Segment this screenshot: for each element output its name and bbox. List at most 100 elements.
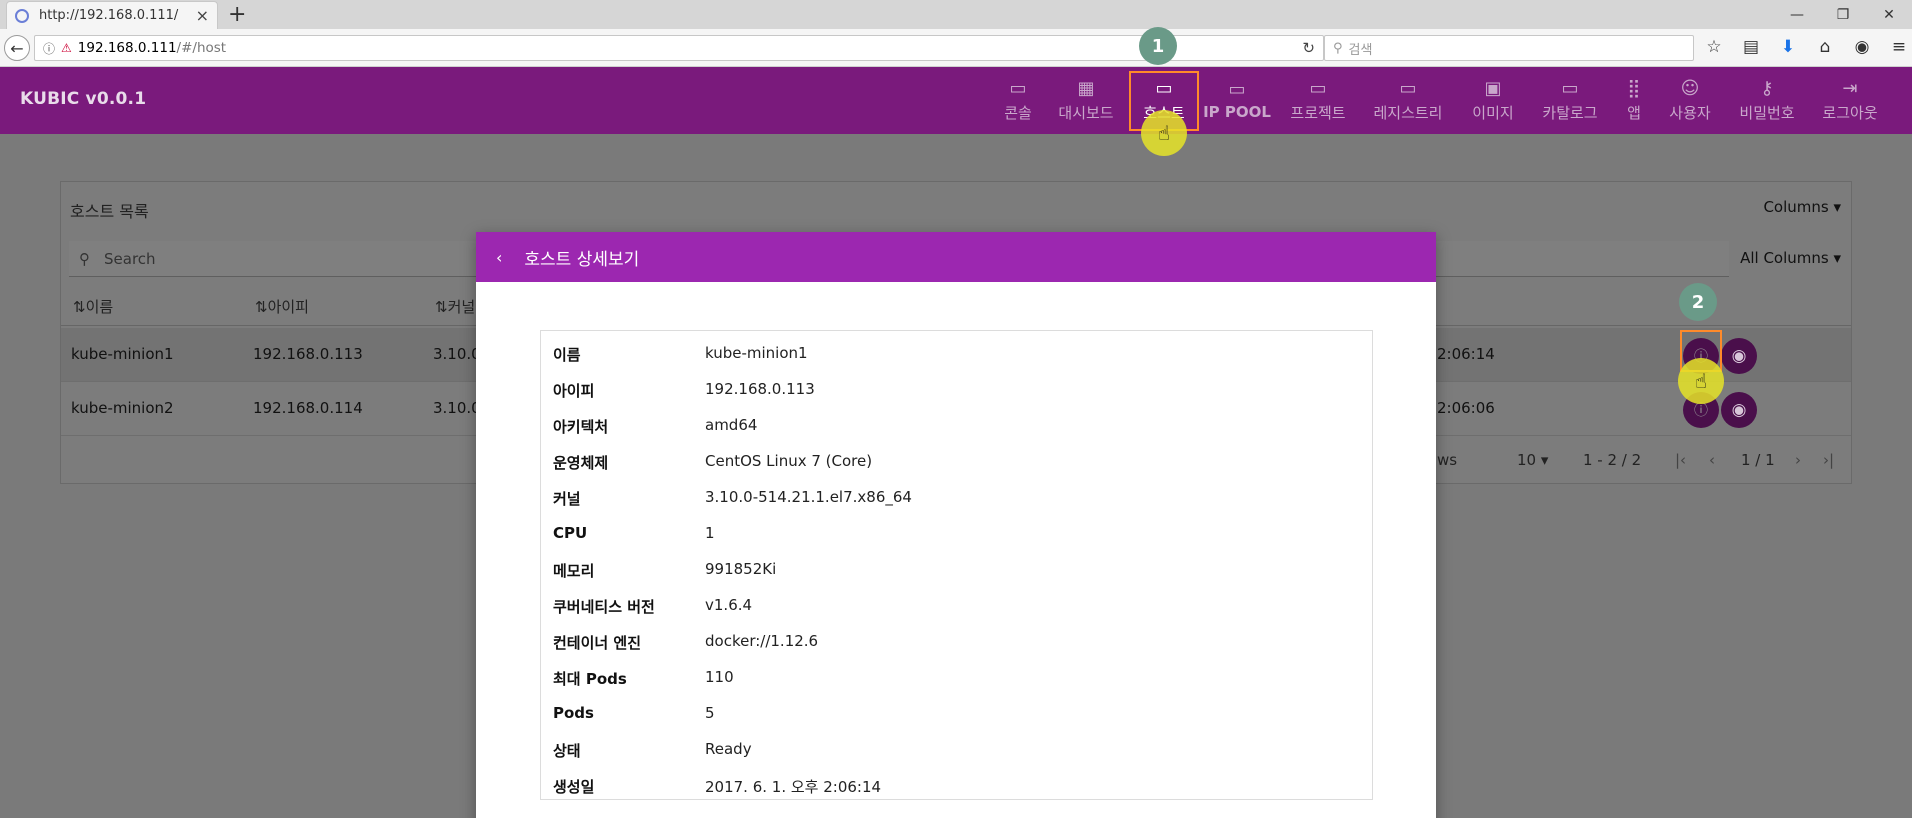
cursor-hand-icon: ☝ [1678, 358, 1724, 404]
browser-toolbar-icons: ☆ ▤ ⬇ ⌂ ◉ ≡ [1702, 37, 1911, 57]
modal-header: ‹ 호스트 상세보기 [476, 232, 1436, 282]
menu-item-password[interactable]: ⚷ 비밀번호 [1733, 67, 1801, 134]
eye-icon[interactable]: ◉ [1721, 338, 1757, 374]
menu-item-app[interactable]: ⣿ 앱 [1618, 67, 1650, 134]
menu-label: 앱 [1627, 103, 1641, 122]
cell-created-time: 2:06:06 [1437, 399, 1495, 417]
site-info-icon[interactable]: ⓘ [43, 40, 55, 57]
detail-row: 최대 Pods 110 [541, 659, 1372, 695]
detail-key: 메모리 [553, 562, 595, 580]
download-icon[interactable]: ⬇ [1776, 37, 1800, 57]
all-columns-dropdown[interactable]: All Columns ▾ [1740, 249, 1841, 267]
cursor-hand-icon: ☝ [1141, 110, 1187, 156]
laptop-icon: ▭ [1228, 79, 1246, 100]
menu-item-project[interactable]: ▭ 프로젝트 [1284, 67, 1352, 134]
address-bar[interactable]: ⓘ ⚠ 192.168.0.111/#/host ↻ [34, 35, 1324, 61]
menu-label: 이미지 [1472, 103, 1514, 122]
insecure-icon: ⚠ [61, 41, 72, 55]
detail-value: amd64 [705, 416, 758, 434]
tab-title: http://192.168.0.111/ [39, 8, 179, 23]
first-page-button[interactable]: |‹ [1675, 451, 1686, 469]
detail-value: 5 [705, 704, 715, 722]
step-2-badge: 2 [1679, 283, 1717, 321]
bookmark-star-icon[interactable]: ☆ [1702, 37, 1726, 57]
laptop-icon: ▭ [1309, 77, 1327, 99]
close-window-icon[interactable]: ✕ [1866, 0, 1912, 29]
detail-key: 아이피 [553, 382, 595, 400]
cell-name: kube-minion2 [71, 399, 174, 417]
next-page-button[interactable]: › [1795, 451, 1801, 469]
app-header: KUBIC v0.0.1 ▭ 콘솔 ▦ 대시보드 ▭ 호스트 ▭ IP POOL… [0, 67, 1912, 134]
reload-icon[interactable]: ↻ [1302, 39, 1315, 57]
host-search-input[interactable] [104, 249, 404, 268]
detail-key: 쿠버네티스 버전 [553, 598, 655, 616]
menu-label: 비밀번호 [1739, 103, 1795, 122]
back-button[interactable]: ← [4, 35, 30, 61]
menu-label: 사용자 [1669, 103, 1711, 122]
last-page-button[interactable]: ›| [1823, 451, 1834, 469]
menu-label: 로그아웃 [1822, 103, 1878, 122]
detail-key: 생성일 [553, 778, 595, 796]
column-header-kernel[interactable]: ⇅커널 [435, 296, 475, 317]
new-tab-button[interactable]: + [228, 2, 246, 27]
detail-value: 192.168.0.113 [705, 380, 815, 398]
restore-icon[interactable]: ❐ [1820, 0, 1866, 29]
menu-item-ip-pool[interactable]: ▭ IP POOL [1203, 67, 1271, 134]
detail-value: 2017. 6. 1. 오후 2:06:14 [705, 778, 882, 796]
rows-per-page-label: ws [1437, 451, 1458, 469]
key-icon: ⚷ [1760, 77, 1774, 99]
menu-item-image[interactable]: ▣ 이미지 [1466, 67, 1520, 134]
cell-created-time: 2:06:14 [1437, 345, 1495, 363]
detail-row: 상태 Ready [541, 731, 1372, 767]
laptop-icon: ▭ [1399, 77, 1417, 99]
tab-close-icon[interactable]: × [196, 6, 209, 25]
detail-value: v1.6.4 [705, 596, 753, 614]
menu-label: 대시보드 [1058, 103, 1114, 122]
image-icon: ▣ [1484, 77, 1502, 99]
pocket-icon[interactable]: ◉ [1850, 37, 1874, 57]
back-chevron-icon[interactable]: ‹ [496, 248, 502, 267]
browser-tab[interactable]: http://192.168.0.111/ × [6, 1, 218, 29]
detail-key: 커널 [553, 490, 581, 508]
cell-ip: 192.168.0.113 [253, 345, 363, 363]
detail-key: 상태 [553, 742, 581, 760]
page-size-select[interactable]: 10 ▾ [1517, 451, 1548, 469]
browser-navbar: ← ⓘ ⚠ 192.168.0.111/#/host ↻ ⚲ 검색 ☆ ▤ ⬇ … [0, 29, 1912, 67]
dashboard-icon: ▦ [1077, 77, 1095, 99]
cell-kernel: 3.10.0 [433, 345, 481, 363]
apps-grid-icon: ⣿ [1627, 77, 1641, 99]
columns-dropdown-button[interactable]: Columns ▾ [1763, 198, 1841, 216]
menu-item-registry[interactable]: ▭ 레지스트리 [1366, 67, 1450, 134]
menu-label: 콘솔 [1004, 103, 1032, 122]
menu-item-logout[interactable]: ⇥ 로그아웃 [1816, 67, 1884, 134]
column-header-name[interactable]: ⇅이름 [73, 296, 113, 317]
detail-value: 3.10.0-514.21.1.el7.x86_64 [705, 488, 912, 506]
card-title: 호스트 목록 [70, 202, 149, 221]
menu-item-dashboard[interactable]: ▦ 대시보드 [1053, 67, 1119, 134]
browser-search-placeholder: 검색 [1348, 42, 1373, 58]
menu-item-console[interactable]: ▭ 콘솔 [1000, 67, 1036, 134]
detail-row: 커널 3.10.0-514.21.1.el7.x86_64 [541, 479, 1372, 515]
hamburger-menu-icon[interactable]: ≡ [1887, 37, 1911, 57]
detail-key: 아키텍처 [553, 418, 609, 436]
detail-value: kube-minion1 [705, 344, 808, 362]
prev-page-button[interactable]: ‹ [1709, 451, 1715, 469]
detail-row: 아키텍처 amd64 [541, 407, 1372, 443]
detail-value: 991852Ki [705, 560, 777, 578]
minimize-icon[interactable]: — [1774, 0, 1820, 29]
menu-label: IP POOL [1203, 103, 1271, 121]
detail-row: CPU 1 [541, 515, 1372, 551]
column-header-ip[interactable]: ⇅아이피 [255, 296, 309, 317]
menu-item-catalog[interactable]: ▭ 카탈로그 [1536, 67, 1604, 134]
menu-item-user[interactable]: ☺ 사용자 [1664, 67, 1716, 134]
home-icon[interactable]: ⌂ [1813, 37, 1837, 57]
host-detail-modal: ‹ 호스트 상세보기 이름 kube-minion1 아이피 192.168.0.11… [476, 232, 1436, 818]
modal-title: 호스트 상세보기 [524, 249, 640, 270]
logout-icon: ⇥ [1842, 77, 1858, 99]
eye-icon[interactable]: ◉ [1721, 392, 1757, 428]
url-host: 192.168.0.111 [77, 40, 177, 56]
detail-row: 아이피 192.168.0.113 [541, 371, 1372, 407]
browser-search-field[interactable]: ⚲ 검색 [1324, 35, 1694, 61]
reading-list-icon[interactable]: ▤ [1739, 37, 1763, 57]
detail-row: 운영체제 CentOS Linux 7 (Core) [541, 443, 1372, 479]
